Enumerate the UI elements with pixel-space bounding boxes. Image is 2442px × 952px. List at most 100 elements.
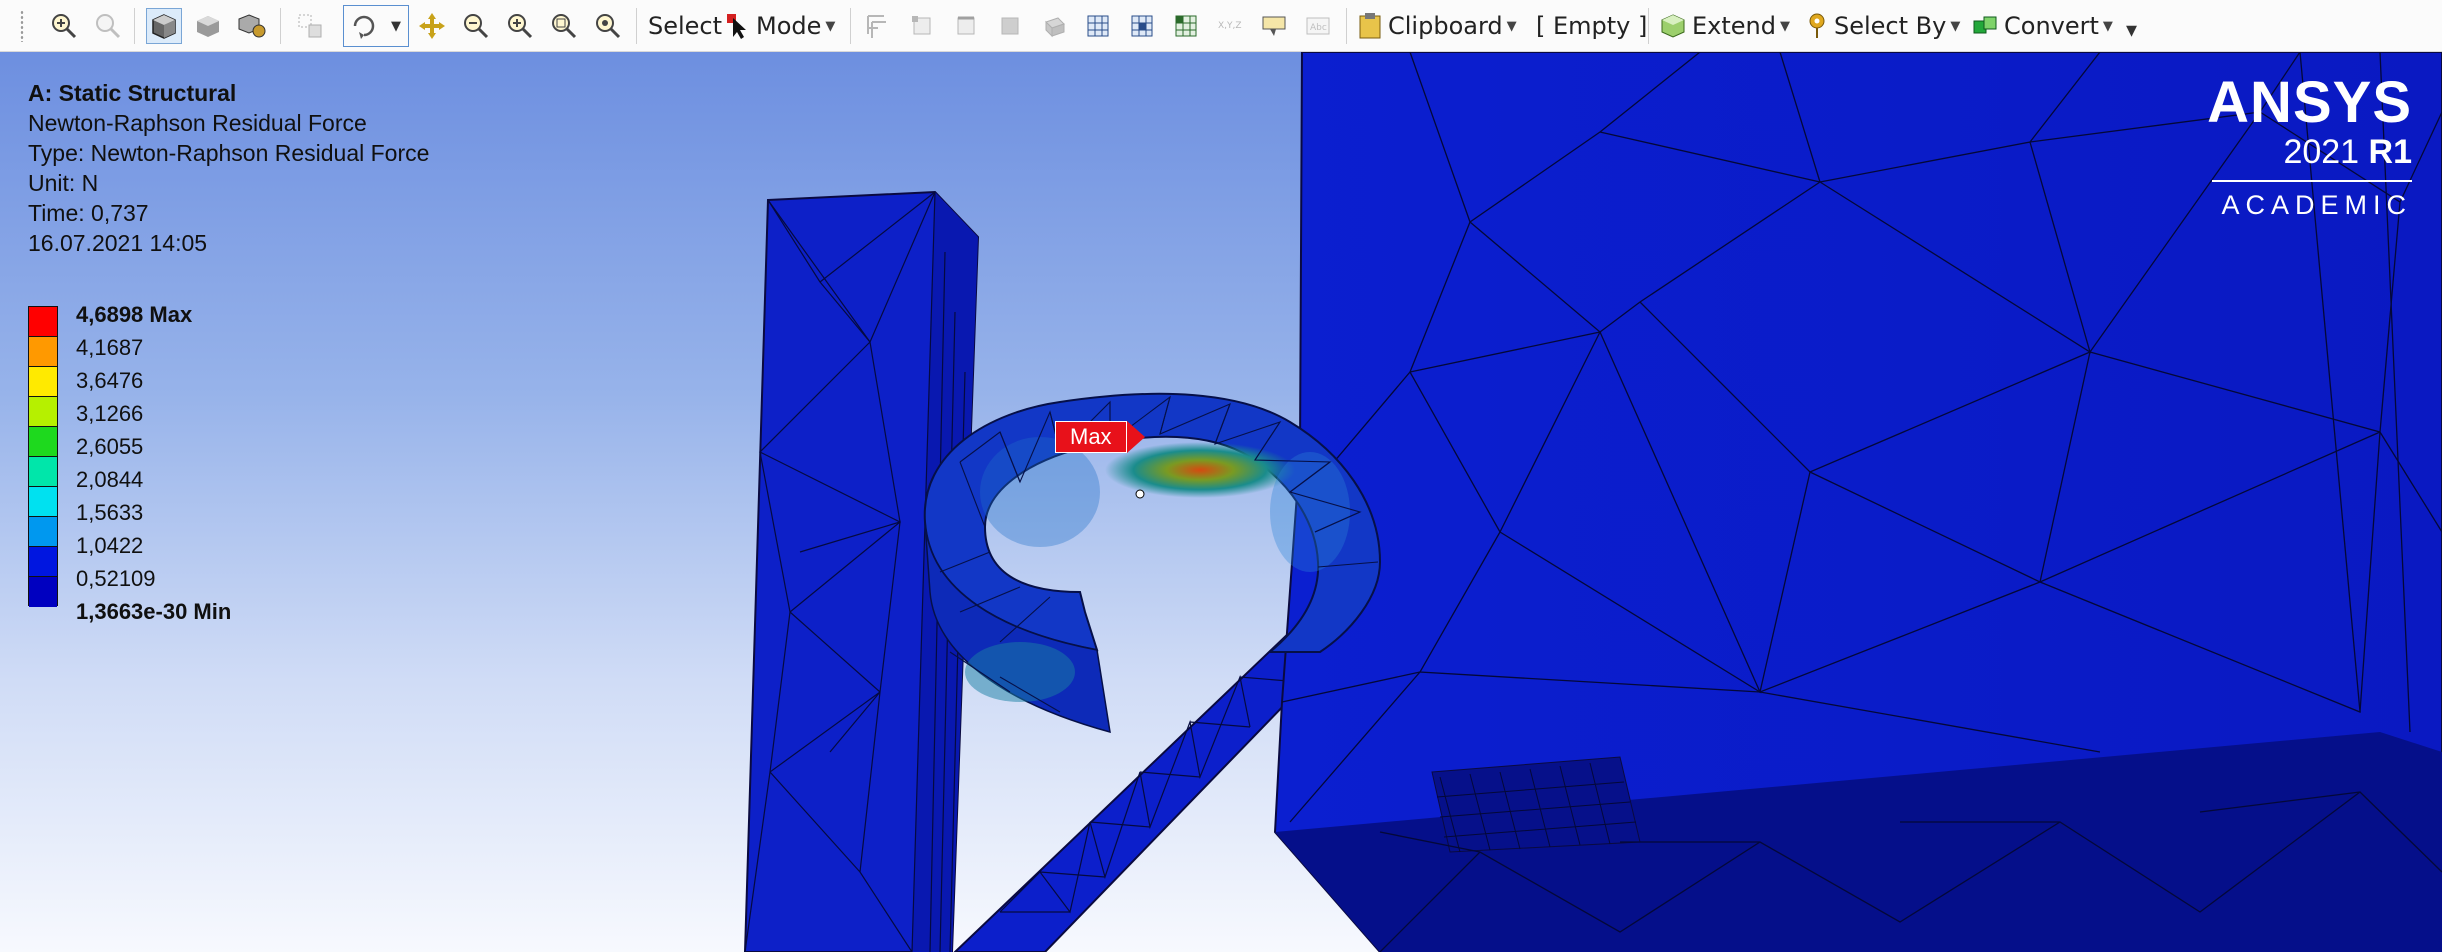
toolbar-separator [1346,8,1347,44]
select-element-face-icon[interactable] [1124,8,1160,44]
legend-color-band [29,547,57,577]
select-by-label: Select By [1834,12,1947,40]
toolbar-separator [1648,8,1649,44]
ansys-logo: ANSYS 2021 R1 ACADEMIC [2207,72,2412,221]
select-mesh-icon[interactable] [860,8,896,44]
convert-icon [1973,16,1997,34]
clipboard-icon [1359,13,1381,39]
extend-icon [1661,14,1685,38]
legend-color-band [29,487,57,517]
logo-version-release: R1 [2368,133,2412,171]
legend-value: 3,6476 [76,368,144,393]
select-node-icon[interactable] [1080,8,1116,44]
clipboard-contents: [ Empty ] [1536,7,1647,45]
result-type: Type: Newton-Raphson Residual Force [28,140,430,166]
convert-label: Convert [2004,12,2099,40]
rotate-icon[interactable] [346,8,382,44]
extend-label: Extend [1692,12,1776,40]
select-edge-icon[interactable] [948,8,984,44]
graphics-toolbar: ▼ Select Mode ▼ X,Y,Z Abc Clipboard ▼ [… [0,0,2442,52]
legend-color-bar [28,306,58,607]
graphics-viewport[interactable]: A: Static Structural Newton-Raphson Resi… [0,52,2442,952]
legend-value: 1,0422 [76,533,144,558]
annotation-icon[interactable]: Abc [1300,8,1336,44]
legend-color-band [29,307,57,337]
legend-color-band [29,367,57,397]
legend-value: 0,52109 [76,566,156,591]
select-label: Select [648,12,723,40]
select-vertex-icon[interactable] [904,8,940,44]
max-probe-text: Max [1055,421,1127,453]
mode-dropdown[interactable]: Mode ▼ [726,7,835,45]
result-name: Newton-Raphson Residual Force [28,110,367,136]
toolbar-overflow-icon[interactable]: ▾ [2126,18,2137,43]
chevron-down-icon: ▼ [2102,18,2113,34]
convert-dropdown[interactable]: Convert ▼ [1972,7,2113,45]
toolbar-separator [850,8,851,44]
result-time: Time: 0,737 [28,200,149,226]
select-by-dropdown[interactable]: Select By ▼ [1806,7,1960,45]
logo-version-year: 2021 [2283,133,2360,171]
legend-min-label: 1,3663e-30 Min [76,599,232,624]
wireframe-icon[interactable] [234,8,270,44]
toolbar-separator [134,8,135,44]
legend-value: 3,1266 [76,401,144,426]
select-body-icon[interactable] [1036,8,1072,44]
toolbar-grip[interactable] [20,10,24,42]
zoom-to-fit-icon[interactable] [46,8,82,44]
result-date: 16.07.2021 14:05 [28,230,208,256]
logo-brand: ANSYS [2207,70,2412,135]
legend-max-label: 4,6898 Max [76,302,193,327]
svg-text:Abc: Abc [1310,23,1327,33]
legend-color-band [29,427,57,457]
clipboard-dropdown[interactable]: Clipboard ▼ [1358,7,1517,45]
legend-value: 2,0844 [76,467,144,492]
logo-divider [2212,180,2412,182]
zoom-in-icon[interactable] [502,8,538,44]
shaded-exterior-icon[interactable] [146,8,182,44]
legend-value: 4,1687 [76,335,144,360]
ansys-mechanical-window: ▼ Select Mode ▼ X,Y,Z Abc Clipboard ▼ [… [0,0,2442,952]
legend-value: 2,6055 [76,434,144,459]
zoom-out-icon[interactable] [458,8,494,44]
legend-color-band [29,337,57,367]
chevron-down-icon[interactable]: ▼ [388,18,404,34]
label-tool-icon[interactable] [1256,8,1292,44]
location-pin-icon [1809,13,1825,38]
zoom-fit-icon[interactable] [590,8,626,44]
legend-labels: 4,6898 Max 4,1687 3,6476 3,1266 2,6055 2… [76,298,231,628]
box-zoom-icon[interactable] [292,8,328,44]
shaded-icon[interactable] [190,8,226,44]
max-probe-label[interactable]: Max [1055,421,1145,453]
chevron-down-icon: ▼ [1506,18,1517,34]
toolbar-separator [280,8,281,44]
zoom-icon[interactable] [90,8,126,44]
result-unit: Unit: N [28,170,99,196]
coordinate-xyz-icon[interactable]: X,Y,Z [1212,8,1248,44]
legend-color-band [29,457,57,487]
select-cursor-icon [727,14,746,39]
box-select-zoom-icon[interactable] [546,8,582,44]
select-element-icon[interactable] [1168,8,1204,44]
logo-version: 2021 R1 [2207,134,2412,170]
select-face-icon[interactable] [992,8,1028,44]
svg-text:X,Y,Z: X,Y,Z [1218,21,1242,31]
legend-color-band [29,577,57,607]
legend-color-band [29,517,57,547]
extend-dropdown[interactable]: Extend ▼ [1660,7,1790,45]
chevron-down-icon: ▼ [825,18,836,34]
select-button[interactable]: Select [648,7,722,45]
clipboard-label: Clipboard [1388,12,1503,40]
chevron-down-icon: ▼ [1950,18,1961,34]
mode-label: Mode [756,12,822,40]
result-info-panel: A: Static Structural Newton-Raphson Resi… [28,78,429,258]
chevron-down-icon: ▼ [1780,18,1790,34]
clipboard-empty-label: [ Empty ] [1536,12,1648,40]
pan-icon[interactable] [414,8,450,44]
legend-value: 1,5633 [76,500,144,525]
analysis-system-title: A: Static Structural [28,80,237,106]
logo-edition: ACADEMIC [2221,190,2412,220]
max-probe-pointer [1126,421,1145,453]
toolbar-separator [636,8,637,44]
legend-color-band [29,397,57,427]
